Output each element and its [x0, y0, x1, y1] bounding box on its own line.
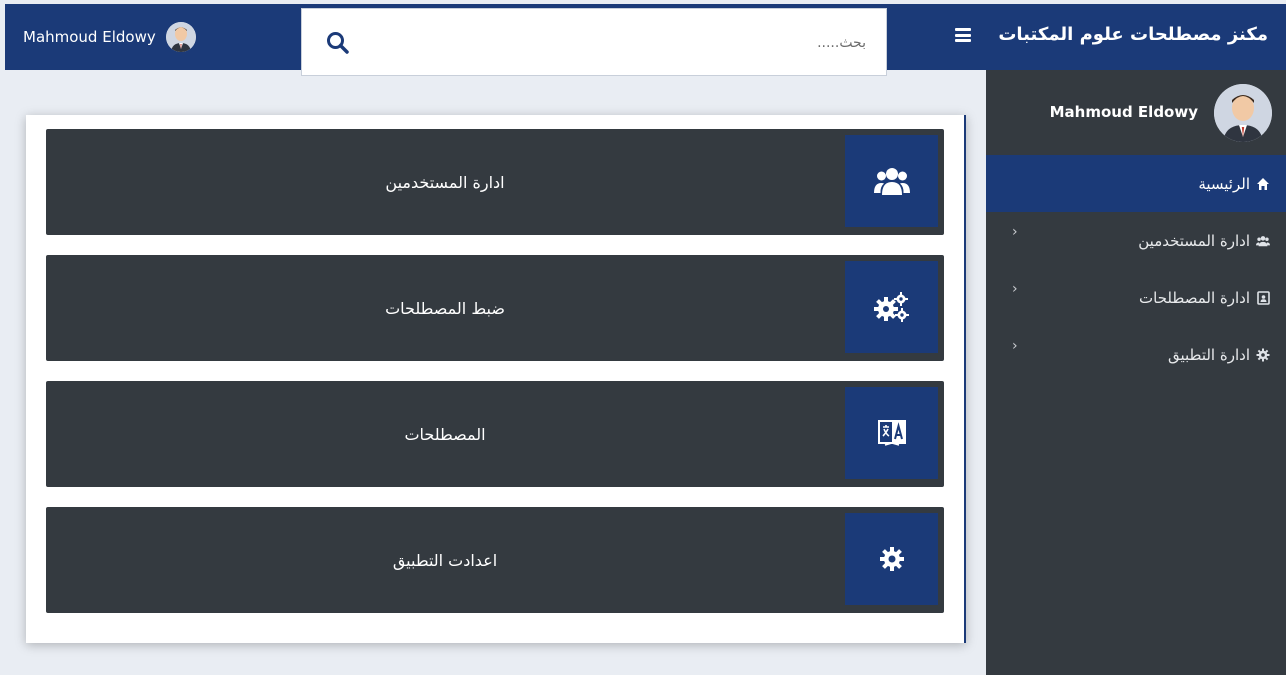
sidebar-user[interactable]: Mahmoud Eldowy [986, 70, 1286, 155]
user-menu[interactable]: Mahmoud Eldowy [23, 22, 196, 52]
sidebar-item-label: ادارة المستخدمين [1138, 231, 1250, 250]
gear-icon [1256, 348, 1270, 362]
dashboard-panel: ادارة المستخدمين ضبط المصطلحات المصطلحات… [26, 115, 966, 643]
card-users-management[interactable]: ادارة المستخدمين [46, 129, 944, 235]
gears-icon [845, 261, 938, 353]
sidebar-item-terms[interactable]: ادارة المصطلحات ‹ [986, 269, 1286, 326]
card-label: ادارة المستخدمين [385, 172, 505, 192]
sidebar-item-users[interactable]: ادارة المستخدمين ‹ [986, 212, 1286, 269]
card-app-settings[interactable]: اعدادت التطبيق [46, 507, 944, 613]
search-icon[interactable] [324, 29, 352, 57]
sidebar-menu: الرئيسية ادارة المستخدمين ‹ ادارة المصطل… [986, 155, 1286, 383]
sidebar: Mahmoud Eldowy الرئيسية ادارة المستخدمين… [986, 70, 1286, 675]
sidebar-item-home[interactable]: الرئيسية [986, 155, 1286, 212]
card-label: اعدادت التطبيق [392, 550, 498, 570]
sidebar-item-label: ادارة التطبيق [1167, 345, 1250, 364]
users-icon [845, 135, 938, 227]
translate-icon [845, 387, 938, 479]
chevron-left-icon[interactable]: ‹ [1012, 224, 1018, 240]
card-terms-control[interactable]: ضبط المصطلحات [46, 255, 944, 361]
chevron-left-icon[interactable]: ‹ [1012, 338, 1018, 354]
sidebar-item-app-settings[interactable]: ادارة التطبيق ‹ [986, 326, 1286, 383]
sidebar-item-label: ادارة المصطلحات [1139, 288, 1250, 307]
card-label: المصطلحات [404, 424, 486, 444]
avatar [1214, 84, 1272, 142]
sidebar-user-name: Mahmoud Eldowy [1049, 103, 1198, 121]
app-frame: Mahmoud Eldowy بحث..... مكنز مصطلحات علو… [5, 4, 1286, 675]
chevron-left-icon[interactable]: ‹ [1012, 281, 1018, 297]
brand-title[interactable]: مكنز مصطلحات علوم المكتبات [998, 24, 1268, 45]
search-box [301, 8, 887, 76]
hamburger-icon[interactable] [955, 28, 971, 42]
users-icon [1256, 234, 1270, 248]
brand-header: مكنز مصطلحات علوم المكتبات [986, 4, 1286, 70]
avatar [165, 22, 196, 52]
search-input[interactable] [566, 29, 866, 57]
top-navbar: Mahmoud Eldowy [5, 4, 986, 76]
contact-card-icon [1256, 290, 1270, 305]
gear-icon [845, 513, 938, 605]
card-terms[interactable]: المصطلحات [46, 381, 944, 487]
user-name: Mahmoud Eldowy [23, 28, 156, 46]
home-icon [1256, 177, 1270, 191]
card-label: ضبط المصطلحات [385, 298, 505, 318]
sidebar-item-label: الرئيسية [1198, 174, 1250, 193]
